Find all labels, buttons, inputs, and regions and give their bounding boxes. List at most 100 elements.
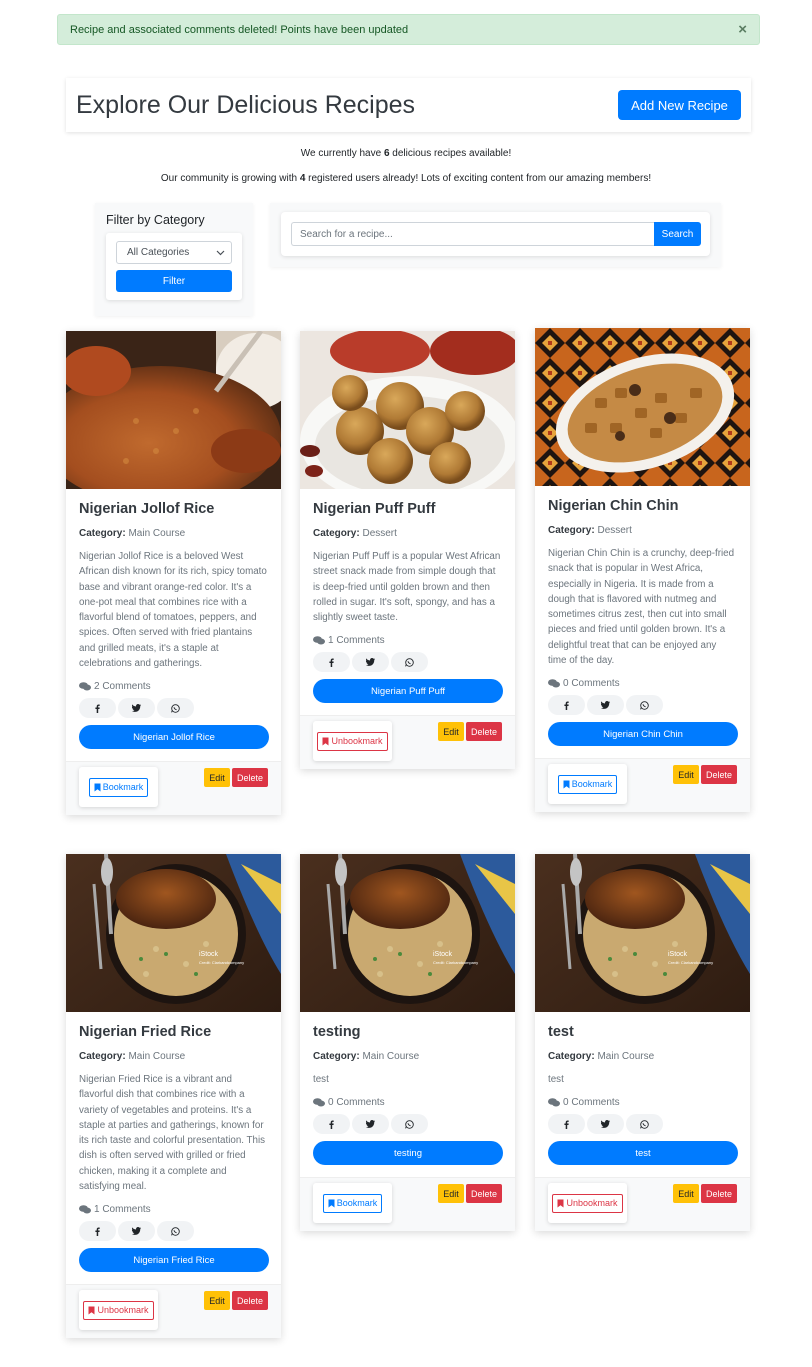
facebook-share-button[interactable] — [313, 1114, 350, 1135]
card-footer: Bookmark Edit Delete — [300, 1177, 515, 1232]
twitter-share-button[interactable] — [118, 1221, 155, 1242]
facebook-icon — [329, 1120, 334, 1129]
card-footer: Unbookmark Edit Delete — [300, 715, 515, 770]
whatsapp-share-button[interactable] — [391, 1114, 428, 1135]
recipe-count-text: We currently have 6 delicious recipes av… — [0, 148, 812, 159]
twitter-icon — [132, 1227, 141, 1236]
facebook-share-button[interactable] — [313, 652, 350, 673]
comments-label: 1 Comments — [328, 635, 385, 647]
unbookmark-button[interactable]: Unbookmark — [317, 731, 388, 751]
view-recipe-button[interactable]: testing — [313, 1141, 503, 1166]
unbookmark-button[interactable]: Unbookmark — [83, 1300, 154, 1320]
comments-label: 0 Comments — [563, 1097, 620, 1109]
unbookmark-button[interactable]: Unbookmark — [552, 1193, 623, 1213]
comments-icon — [313, 1098, 325, 1107]
recipe-category: Category: Main Course — [79, 528, 268, 539]
bookmark-label: Unbookmark — [566, 1198, 618, 1209]
view-recipe-button[interactable]: Nigerian Fried Rice — [79, 1248, 269, 1273]
recipe-title: Nigerian Jollof Rice — [79, 501, 215, 517]
bookmark-button[interactable]: Bookmark — [557, 774, 618, 794]
comments-icon — [79, 682, 91, 691]
twitter-share-button[interactable] — [352, 1114, 389, 1135]
whatsapp-icon — [171, 704, 180, 713]
user-count-text: Our community is growing with 4 register… — [0, 173, 812, 184]
filter-button[interactable]: Filter — [116, 270, 232, 292]
view-recipe-button[interactable]: Nigerian Jollof Rice — [79, 725, 269, 750]
page-header: Explore Our Delicious Recipes Add New Re… — [66, 78, 751, 132]
facebook-share-button[interactable] — [79, 1221, 116, 1242]
view-recipe-button[interactable]: test — [548, 1141, 738, 1166]
page-title: Explore Our Delicious Recipes — [76, 90, 416, 119]
recipe-card: iStock Credit: Clarkandcompany Nigerian … — [66, 854, 281, 1339]
facebook-share-button[interactable] — [548, 1114, 585, 1135]
comments-count[interactable]: 0 Comments — [548, 1097, 737, 1108]
recipe-category: Category: Dessert — [313, 528, 502, 539]
whatsapp-share-button[interactable] — [157, 1221, 194, 1242]
comments-icon — [548, 679, 560, 688]
view-recipe-button[interactable]: Nigerian Puff Puff — [313, 679, 503, 704]
watermark-brand: iStock — [199, 951, 219, 958]
twitter-share-button[interactable] — [118, 698, 155, 719]
bookmark-label: Bookmark — [102, 782, 144, 793]
twitter-share-button[interactable] — [352, 652, 389, 673]
facebook-share-button[interactable] — [548, 695, 585, 716]
recipe-image: iStock Credit: Clarkandcompany — [535, 854, 750, 1012]
twitter-icon — [132, 704, 141, 713]
card-footer: Bookmark Edit Delete — [535, 758, 750, 813]
comments-count[interactable]: 0 Comments — [313, 1097, 502, 1108]
delete-button[interactable]: Delete — [466, 722, 502, 742]
bookmark-label: Bookmark — [571, 779, 613, 790]
comments-label: 1 Comments — [94, 1204, 151, 1216]
comments-icon — [548, 1098, 560, 1107]
chevron-down-icon — [216, 250, 225, 255]
category-select[interactable]: All Categories — [116, 241, 232, 264]
bookmark-label: Unbookmark — [331, 736, 383, 747]
twitter-share-button[interactable] — [587, 695, 624, 716]
view-recipe-button[interactable]: Nigerian Chin Chin — [548, 722, 738, 747]
recipe-count-suffix: delicious recipes available! — [389, 148, 512, 159]
delete-button[interactable]: Delete — [232, 768, 268, 788]
bookmark-button[interactable]: Bookmark — [88, 777, 149, 797]
whatsapp-share-button[interactable] — [626, 1114, 663, 1135]
watermark-brand: iStock — [668, 951, 688, 958]
category-label: Category: — [79, 1051, 126, 1062]
card-footer: Unbookmark Edit Delete — [66, 1284, 281, 1339]
filter-form: All Categories Filter — [106, 233, 242, 300]
edit-button[interactable]: Edit — [438, 1184, 464, 1204]
category-label: Category: — [313, 528, 360, 539]
whatsapp-share-button[interactable] — [391, 652, 428, 673]
bookmark-wrapper: Unbookmark — [313, 721, 392, 762]
recipe-description: Nigerian Jollof Rice is a beloved West A… — [79, 551, 267, 670]
delete-button[interactable]: Delete — [232, 1291, 268, 1311]
delete-button[interactable]: Delete — [466, 1184, 502, 1204]
bookmark-label: Unbookmark — [97, 1305, 149, 1316]
whatsapp-icon — [171, 1227, 180, 1236]
comments-count[interactable]: 2 Comments — [79, 681, 268, 692]
recipe-category: Category: Main Course — [313, 1051, 502, 1062]
delete-button[interactable]: Delete — [701, 765, 737, 785]
category-value: Main Course — [359, 1051, 420, 1062]
edit-button[interactable]: Edit — [204, 1291, 230, 1311]
watermark-credit: Credit: Clarkandcompany — [668, 960, 713, 965]
delete-button[interactable]: Delete — [701, 1184, 737, 1204]
recipe-image: iStock Credit: Clarkandcompany — [300, 854, 515, 1012]
close-icon[interactable]: × — [738, 21, 747, 38]
search-input[interactable] — [291, 222, 654, 246]
comments-count[interactable]: 0 Comments — [548, 678, 737, 689]
add-recipe-button[interactable]: Add New Recipe — [618, 90, 741, 120]
edit-button[interactable]: Edit — [204, 768, 230, 788]
whatsapp-share-button[interactable] — [157, 698, 194, 719]
search-button[interactable]: Search — [654, 222, 701, 246]
facebook-share-button[interactable] — [79, 698, 116, 719]
edit-button[interactable]: Edit — [438, 722, 464, 742]
recipe-category: Category: Dessert — [548, 525, 737, 536]
edit-button[interactable]: Edit — [673, 1184, 699, 1204]
comments-count[interactable]: 1 Comments — [313, 635, 502, 646]
whatsapp-share-button[interactable] — [626, 695, 663, 716]
edit-button[interactable]: Edit — [673, 765, 699, 785]
comments-count[interactable]: 1 Comments — [79, 1204, 268, 1215]
twitter-share-button[interactable] — [587, 1114, 624, 1135]
bookmark-icon — [328, 1199, 335, 1208]
bookmark-button[interactable]: Bookmark — [322, 1193, 383, 1213]
user-count-prefix: Our community is growing with — [160, 173, 300, 184]
